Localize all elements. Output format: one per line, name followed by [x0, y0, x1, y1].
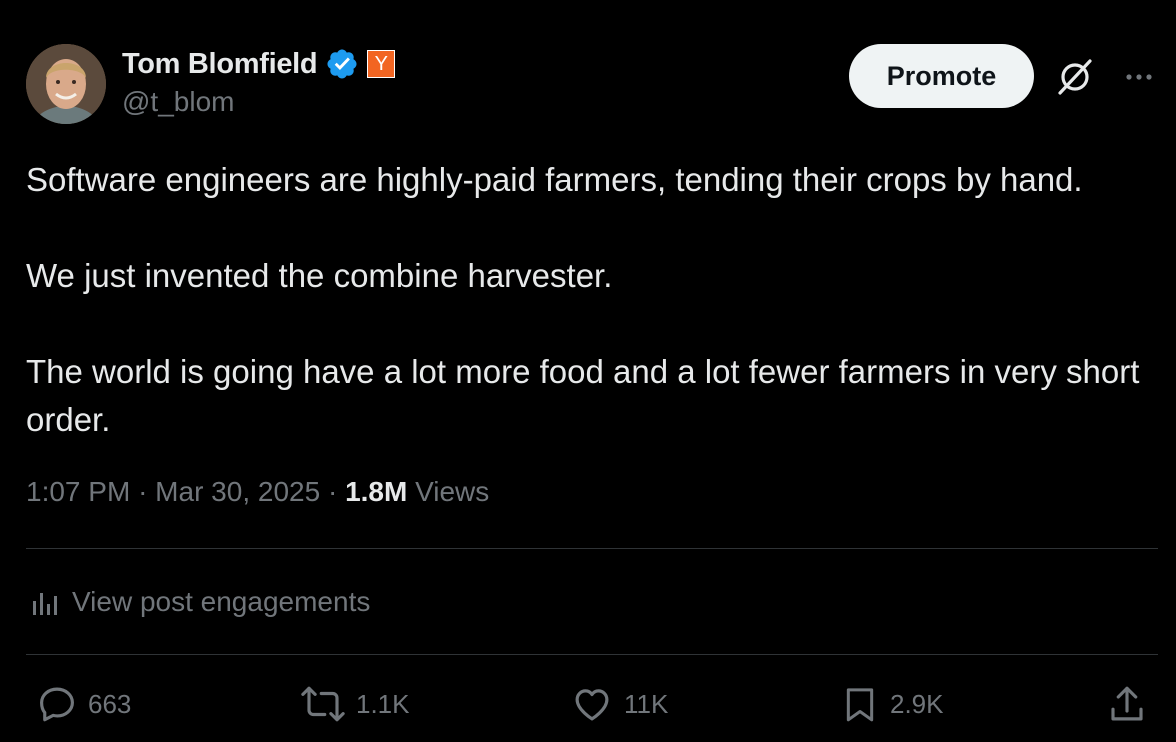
view-engagements-link[interactable]: View post engagements — [30, 580, 370, 624]
tweet-time[interactable]: 1:07 PM — [26, 476, 130, 507]
views-count: 1.8M — [345, 476, 408, 507]
author-name-row: Tom Blomfield Y — [122, 44, 396, 84]
repost-icon — [301, 686, 345, 722]
tweet-text: Software engineers are highly-paid farme… — [26, 156, 1161, 444]
tweet-date[interactable]: Mar 30, 2025 — [155, 476, 320, 507]
like-heart-icon — [575, 689, 609, 721]
divider — [26, 548, 1158, 549]
tweet-meta: 1:07 PM · Mar 30, 2025 · 1.8M Views — [26, 476, 489, 508]
like-count: 11K — [624, 688, 669, 719]
share-icon — [1111, 686, 1143, 721]
repost-button[interactable]: 1.1K — [300, 682, 410, 726]
analytics-icon — [33, 593, 57, 615]
reply-button[interactable]: 663 — [36, 682, 131, 726]
tweet-paragraph: The world is going have a lot more food … — [26, 353, 1140, 438]
meta-separator: · — [138, 476, 148, 507]
ycombinator-badge-icon[interactable]: Y — [367, 50, 396, 78]
more-horizontal-icon[interactable] — [1118, 56, 1160, 98]
avatar-portrait — [26, 44, 106, 124]
bookmark-icon — [846, 688, 874, 722]
meta-separator: · — [327, 476, 338, 507]
bookmark-button[interactable]: 2.9K — [840, 682, 944, 726]
view-engagements-label: View post engagements — [72, 586, 371, 617]
author-display-name[interactable]: Tom Blomfield — [122, 48, 318, 81]
avatar[interactable] — [26, 44, 106, 124]
tweet-card: Tom Blomfield Y @t_blom Promote Software… — [0, 0, 1176, 742]
grok-icon[interactable] — [1054, 56, 1096, 98]
author-handle[interactable]: @t_blom — [122, 86, 234, 118]
tweet-paragraph: Software engineers are highly-paid farme… — [26, 161, 1083, 198]
repost-count: 1.1K — [356, 688, 410, 719]
reply-icon — [40, 687, 74, 722]
divider — [26, 654, 1158, 655]
like-button[interactable]: 11K — [570, 682, 668, 726]
reply-count: 663 — [88, 688, 132, 719]
share-button[interactable] — [1106, 682, 1148, 726]
verified-badge-icon[interactable] — [325, 47, 359, 81]
promote-button[interactable]: Promote — [849, 44, 1034, 108]
views-label: Views — [415, 476, 490, 507]
bookmark-count: 2.9K — [890, 688, 944, 719]
tweet-paragraph: We just invented the combine harvester. — [26, 257, 613, 294]
